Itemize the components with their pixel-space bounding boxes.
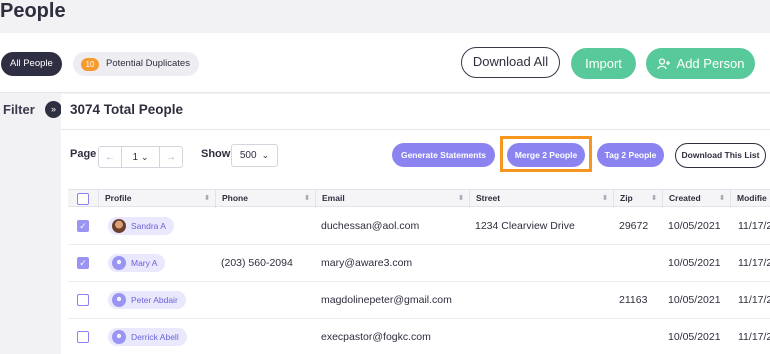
column-header-phone[interactable]: Phone ⬍ <box>215 190 315 208</box>
chevron-down-icon: ⌄ <box>261 150 270 160</box>
total-people-heading: 3074 Total People <box>70 102 184 117</box>
column-header-profile[interactable]: Profile ⬍ <box>98 190 215 208</box>
column-header-street[interactable]: Street ⬍ <box>469 190 613 208</box>
page-title: People <box>0 0 66 22</box>
profile-name: Peter Abdair <box>131 295 178 305</box>
modified-cell: 11/17/20 <box>738 331 770 343</box>
created-cell: 10/05/2021 <box>668 331 721 343</box>
people-list-panel: 3074 Total People Page ← 1 ⌄ → Show 500 … <box>61 94 770 354</box>
chevron-down-icon: ⌄ <box>141 151 149 162</box>
profile-link[interactable]: ☻ Peter Abdair <box>108 291 186 309</box>
show-label: Show <box>201 148 231 160</box>
row-checkbox[interactable] <box>77 331 89 343</box>
email-cell: mary@aware3.com <box>321 257 413 269</box>
prev-page-icon[interactable]: ← <box>99 147 121 167</box>
column-label: Email <box>322 193 345 203</box>
zip-cell: 21163 <box>619 294 648 306</box>
column-label: Modifie <box>737 193 767 203</box>
row-checkbox[interactable]: ✓ <box>77 220 89 232</box>
sort-icon: ⬍ <box>602 195 608 202</box>
avatar <box>112 219 126 233</box>
page-size-select[interactable]: 500 ⌄ <box>231 144 278 167</box>
add-person-label: Add Person <box>676 56 745 71</box>
divider <box>61 129 770 130</box>
all-people-filter[interactable]: All People <box>1 52 62 76</box>
column-header-modified[interactable]: Modifie <box>730 190 770 208</box>
email-cell: magdolinepeter@gmail.com <box>321 294 452 306</box>
user-icon: ☻ <box>112 330 126 344</box>
profile-name: Sandra A <box>131 221 166 231</box>
filter-panel: Filter » <box>0 94 62 354</box>
table-row[interactable]: ☻ Derrick Abell execpastor@fogkc.com 10/… <box>68 319 770 354</box>
sort-icon: ⬍ <box>204 195 210 202</box>
download-all-button[interactable]: Download All <box>461 47 560 78</box>
user-icon: ☻ <box>112 256 126 270</box>
created-cell: 10/05/2021 <box>668 294 721 306</box>
page-select[interactable]: 1 ⌄ <box>121 147 160 167</box>
profile-name: Derrick Abell <box>131 332 179 342</box>
street-cell: 1234 Clearview Drive <box>475 220 575 232</box>
add-person-button[interactable]: Add Person <box>646 48 755 79</box>
duplicates-label: Potential Duplicates <box>106 58 190 69</box>
add-user-icon <box>656 57 670 69</box>
page-number: 1 <box>132 151 138 163</box>
modified-cell: 11/17/20 <box>738 294 770 306</box>
table-row[interactable]: ☻ Peter Abdair magdolinepeter@gmail.com … <box>68 282 770 319</box>
row-checkbox[interactable] <box>77 294 89 306</box>
sort-icon: ⬍ <box>651 195 657 202</box>
email-cell: duchessan@aol.com <box>321 220 420 232</box>
merge-people-button[interactable]: Merge 2 People <box>507 143 585 167</box>
row-checkbox[interactable]: ✓ <box>77 257 89 269</box>
duplicates-count-badge: 10 <box>81 57 99 71</box>
sort-icon: ⬍ <box>458 195 464 202</box>
column-header-created[interactable]: Created ⬍ <box>662 190 730 208</box>
user-icon: ☻ <box>112 293 126 307</box>
sort-icon: ⬍ <box>719 195 725 202</box>
potential-duplicates-filter[interactable]: 10 Potential Duplicates <box>73 52 199 76</box>
modified-cell: 11/17/20 <box>738 220 770 232</box>
profile-link[interactable]: ☻ Derrick Abell <box>108 328 187 346</box>
next-page-icon[interactable]: → <box>160 147 182 167</box>
profile-link[interactable]: ☻ Mary A <box>108 254 166 272</box>
modified-cell: 11/17/20 <box>738 257 770 269</box>
expand-filter-icon[interactable]: » <box>45 101 62 118</box>
column-label: Profile <box>105 193 132 203</box>
table-row[interactable]: ✓ ☻ Mary A (203) 560-2094 mary@aware3.co… <box>68 245 770 282</box>
filter-label: Filter <box>3 102 35 117</box>
tag-people-button[interactable]: Tag 2 People <box>597 143 664 167</box>
import-button[interactable]: Import <box>571 48 636 79</box>
top-toolbar: All People 10 Potential Duplicates Downl… <box>0 33 770 93</box>
column-label: Zip <box>620 193 633 203</box>
page-label: Page <box>70 148 97 160</box>
zip-cell: 29672 <box>619 220 649 232</box>
email-cell: execpastor@fogkc.com <box>321 331 431 343</box>
page-size-value: 500 <box>239 150 257 161</box>
download-list-button[interactable]: Download This List <box>675 143 766 168</box>
profile-name: Mary A <box>131 258 158 268</box>
phone-cell: (203) 560-2094 <box>221 257 293 269</box>
table-row[interactable]: ✓ Sandra A duchessan@aol.com 1234 Clearv… <box>68 208 770 245</box>
column-label: Created <box>669 193 701 203</box>
column-label: Street <box>476 193 501 203</box>
column-header-zip[interactable]: Zip ⬍ <box>613 190 662 208</box>
sort-icon: ⬍ <box>304 195 310 202</box>
profile-link[interactable]: Sandra A <box>108 217 174 235</box>
pagination: ← 1 ⌄ → <box>98 146 183 168</box>
column-header-email[interactable]: Email ⬍ <box>315 190 469 208</box>
column-label: Phone <box>222 193 248 203</box>
select-all-checkbox[interactable] <box>77 193 89 205</box>
created-cell: 10/05/2021 <box>668 257 721 269</box>
table-header: Profile ⬍ Phone ⬍ Email ⬍ Street ⬍ Zip ⬍ Crea… <box>68 189 770 208</box>
generate-statements-button[interactable]: Generate Statements <box>392 143 495 167</box>
created-cell: 10/05/2021 <box>668 220 721 232</box>
